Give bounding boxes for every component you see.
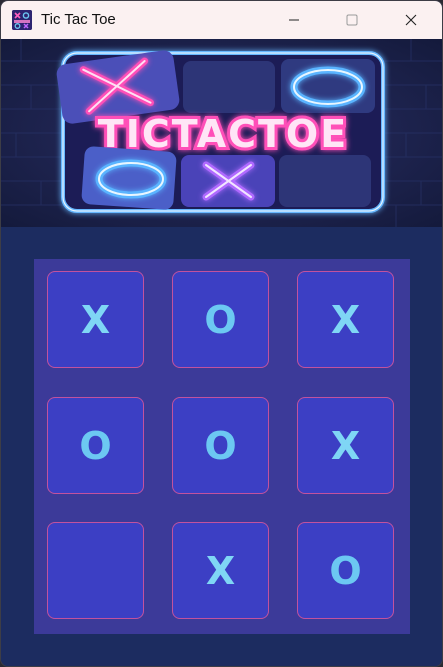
minimize-icon [289, 19, 299, 21]
maximize-button[interactable] [323, 1, 381, 39]
cell-r3-c2[interactable]: X [172, 522, 269, 619]
banner-bottom-tiles [81, 146, 371, 210]
title-bar[interactable]: Tic Tac Toe [1, 1, 442, 39]
cell-r1-c1[interactable]: X [47, 271, 144, 368]
cell-r2-c3[interactable]: X [297, 397, 394, 494]
cell-r3-c3[interactable]: O [297, 522, 394, 619]
cell-r2-c2[interactable]: O [172, 397, 269, 494]
minimize-button[interactable] [265, 1, 323, 39]
cell-r1-c3[interactable]: X [297, 271, 394, 368]
tictactoe-banner: TICTACTOE TICTACTOE [1, 39, 442, 227]
cell-r3-c1[interactable] [47, 522, 144, 619]
app-window: Tic Tac Toe TICTACTOE TICTACTOE X O X O … [0, 0, 443, 667]
window-title: Tic Tac Toe [41, 11, 116, 28]
close-icon [405, 14, 417, 26]
maximize-icon [346, 14, 358, 26]
game-board: X O X O O X X O [34, 259, 410, 634]
banner-artwork: TICTACTOE TICTACTOE [1, 39, 442, 227]
cell-r1-c2[interactable]: O [172, 271, 269, 368]
cell-r2-c1[interactable]: O [47, 397, 144, 494]
close-button[interactable] [382, 1, 440, 39]
tictactoe-app-icon [12, 10, 32, 30]
game-area: X O X O O X X O [1, 227, 442, 666]
